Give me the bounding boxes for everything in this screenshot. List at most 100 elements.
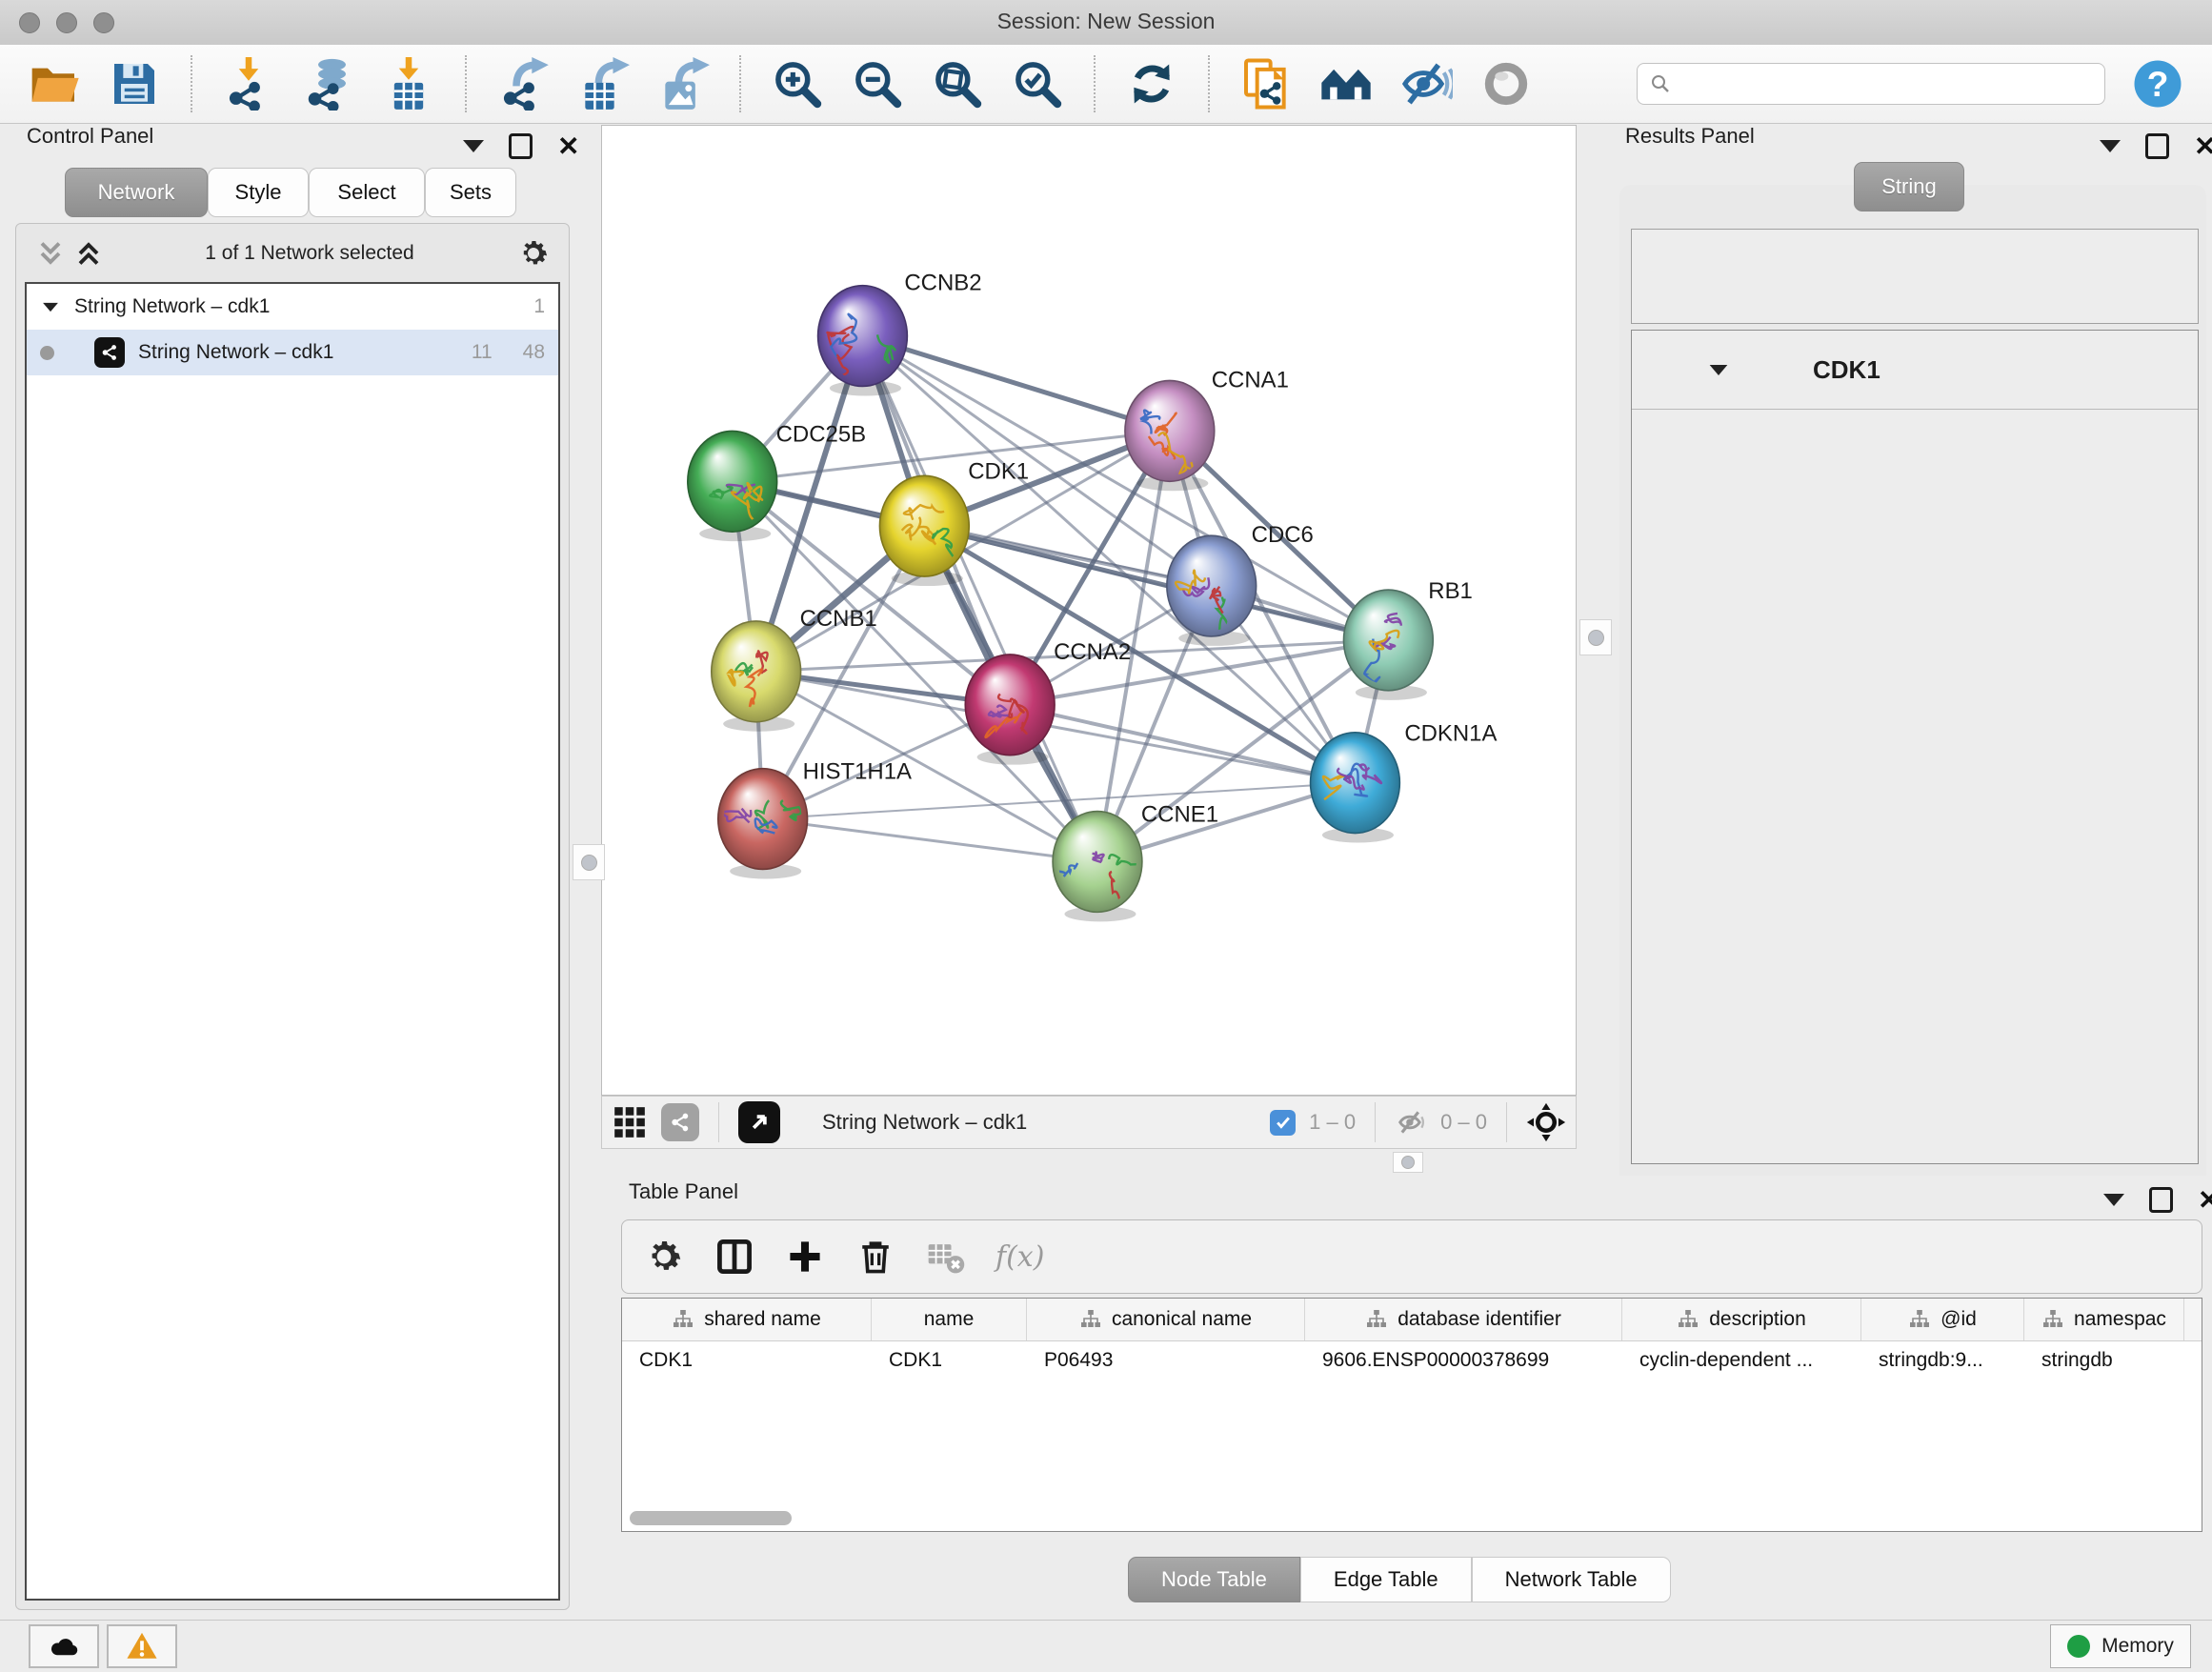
float-panel-icon[interactable]: [2145, 133, 2169, 159]
import-network-database-icon[interactable]: [301, 56, 356, 111]
node-cdc25b[interactable]: [688, 431, 777, 532]
column-header-canonical-name[interactable]: canonical name: [1027, 1299, 1305, 1340]
panel-menu-icon[interactable]: [463, 140, 484, 152]
memory-button[interactable]: Memory: [2050, 1624, 2191, 1668]
home-icon[interactable]: [1318, 56, 1374, 111]
grid-icon[interactable]: [612, 1104, 648, 1140]
hidden-eye-icon: [1395, 1106, 1427, 1138]
node-label-cdkn1a: CDKN1A: [1404, 721, 1497, 747]
import-table-file-icon[interactable]: [381, 56, 436, 111]
table-gear-icon[interactable]: [643, 1236, 685, 1278]
shared-column-icon: [1365, 1308, 1388, 1331]
zoom-selected-icon[interactable]: [1010, 56, 1065, 111]
column-header-name[interactable]: name: [872, 1299, 1027, 1340]
tab-string[interactable]: String: [1854, 162, 1964, 212]
zoom-in-icon[interactable]: [770, 56, 825, 111]
selected-counts: 1 – 0: [1309, 1110, 1356, 1135]
add-column-icon[interactable]: [784, 1236, 826, 1278]
eye-icon[interactable]: [1478, 56, 1534, 111]
shared-column-icon: [1677, 1308, 1699, 1331]
network-options-gear-icon[interactable]: [516, 236, 551, 271]
network-row[interactable]: String Network – cdk1 11 48: [27, 330, 558, 375]
toolbar-separator: [1208, 55, 1210, 112]
export-table-icon[interactable]: [575, 56, 631, 111]
panel-menu-icon[interactable]: [2100, 140, 2121, 152]
string-import-icon[interactable]: [1238, 56, 1294, 111]
network-collection-row[interactable]: String Network – cdk1 1: [27, 284, 558, 330]
float-panel-icon[interactable]: [2149, 1187, 2173, 1213]
table-cell[interactable]: stringdb: [2024, 1341, 2184, 1380]
collapse-section-icon[interactable]: [1710, 364, 1728, 374]
left-splitter-handle[interactable]: [573, 844, 605, 880]
help-icon[interactable]: ?: [2130, 56, 2185, 111]
warning-icon: [126, 1630, 158, 1662]
results-button-bar: Expand All Collapse All: [1631, 229, 2199, 324]
table-cell[interactable]: CDK1: [622, 1341, 872, 1380]
protein-section-header[interactable]: CDK1: [1632, 331, 2198, 410]
collapse-all-networks-icon[interactable]: [36, 239, 65, 268]
string-network-graph[interactable]: CCNB2CCNA1CDC25BCDK1CDC6RB1CCNB1CCNA2CDK…: [602, 126, 1576, 1095]
column-header-database-identifier[interactable]: database identifier: [1305, 1299, 1622, 1340]
horizontal-scrollbar-thumb[interactable]: [630, 1511, 792, 1525]
table-cell[interactable]: CDK1: [872, 1341, 1027, 1380]
table-cell[interactable]: P06493: [1027, 1341, 1305, 1380]
panel-menu-icon[interactable]: [2103, 1194, 2124, 1206]
warning-button[interactable]: [107, 1624, 177, 1668]
cloud-button[interactable]: [29, 1624, 99, 1668]
export-network-icon[interactable]: [495, 56, 551, 111]
node-ccna2[interactable]: [965, 655, 1055, 755]
hide-panels-eye-icon[interactable]: [1398, 56, 1454, 111]
window-title: Session: New Session: [0, 9, 2212, 34]
function-builder-icon: f(x): [995, 1240, 1044, 1274]
column-header-namespac[interactable]: namespac: [2024, 1299, 2184, 1340]
tab-sets[interactable]: Sets: [425, 168, 516, 217]
float-panel-icon[interactable]: [509, 133, 533, 159]
share-icon[interactable]: [661, 1103, 699, 1141]
expand-all-networks-icon[interactable]: [74, 239, 103, 268]
shared-column-icon: [672, 1308, 694, 1331]
tab-network[interactable]: Network: [65, 168, 208, 217]
column-header-description[interactable]: description: [1622, 1299, 1861, 1340]
search-input[interactable]: [1679, 72, 2093, 96]
save-session-icon[interactable]: [107, 56, 162, 111]
column-header-shared-name[interactable]: shared name: [622, 1299, 872, 1340]
table-row[interactable]: CDK1CDK1P064939606.ENSP00000378699cyclin…: [622, 1341, 2202, 1380]
view-network-title: String Network – cdk1: [822, 1110, 1027, 1135]
table-cell[interactable]: 9606.ENSP00000378699: [1305, 1341, 1622, 1380]
birdseye-icon[interactable]: [738, 1101, 780, 1143]
crosshair-icon[interactable]: [1526, 1102, 1566, 1142]
network-canvas[interactable]: CCNB2CCNA1CDC25BCDK1CDC6RB1CCNB1CCNA2CDK…: [601, 125, 1577, 1096]
right-splitter-handle[interactable]: [1579, 619, 1612, 655]
open-file-icon[interactable]: [27, 56, 82, 111]
collection-name: String Network – cdk1: [74, 295, 270, 318]
tab-style[interactable]: Style: [208, 168, 309, 217]
node-cdc6[interactable]: [1167, 535, 1257, 636]
node-label-rb1: RB1: [1428, 578, 1473, 604]
delete-column-icon[interactable]: [855, 1236, 896, 1278]
tab-edge-table[interactable]: Edge Table: [1300, 1557, 1472, 1602]
import-network-file-icon[interactable]: [221, 56, 276, 111]
tab-network-table[interactable]: Network Table: [1472, 1557, 1671, 1602]
table-toolbar: f(x): [621, 1219, 2202, 1294]
tab-node-table[interactable]: Node Table: [1128, 1557, 1300, 1602]
column-header--id[interactable]: @id: [1861, 1299, 2024, 1340]
toolbar-separator: [739, 55, 741, 112]
table-cell[interactable]: cyclin-dependent ...: [1622, 1341, 1861, 1380]
horizontal-splitter-handle[interactable]: [1393, 1152, 1423, 1173]
node-ccna1[interactable]: [1125, 380, 1215, 481]
delete-table-icon: [925, 1236, 967, 1278]
zoom-fit-icon[interactable]: [930, 56, 985, 111]
close-panel-icon[interactable]: ✕: [557, 137, 579, 156]
toolbar-search: [1637, 63, 2105, 105]
close-panel-icon[interactable]: ✕: [2194, 137, 2212, 156]
svg-text:?: ?: [2147, 64, 2169, 104]
close-panel-icon[interactable]: ✕: [2198, 1191, 2212, 1210]
export-image-icon[interactable]: [655, 56, 711, 111]
refresh-layout-icon[interactable]: [1124, 56, 1179, 111]
select-columns-icon[interactable]: [714, 1236, 755, 1278]
collection-expand-icon[interactable]: [43, 302, 58, 311]
selected-checkbox[interactable]: [1270, 1110, 1296, 1136]
table-cell[interactable]: stringdb:9...: [1861, 1341, 2024, 1380]
tab-select[interactable]: Select: [309, 168, 425, 217]
zoom-out-icon[interactable]: [850, 56, 905, 111]
